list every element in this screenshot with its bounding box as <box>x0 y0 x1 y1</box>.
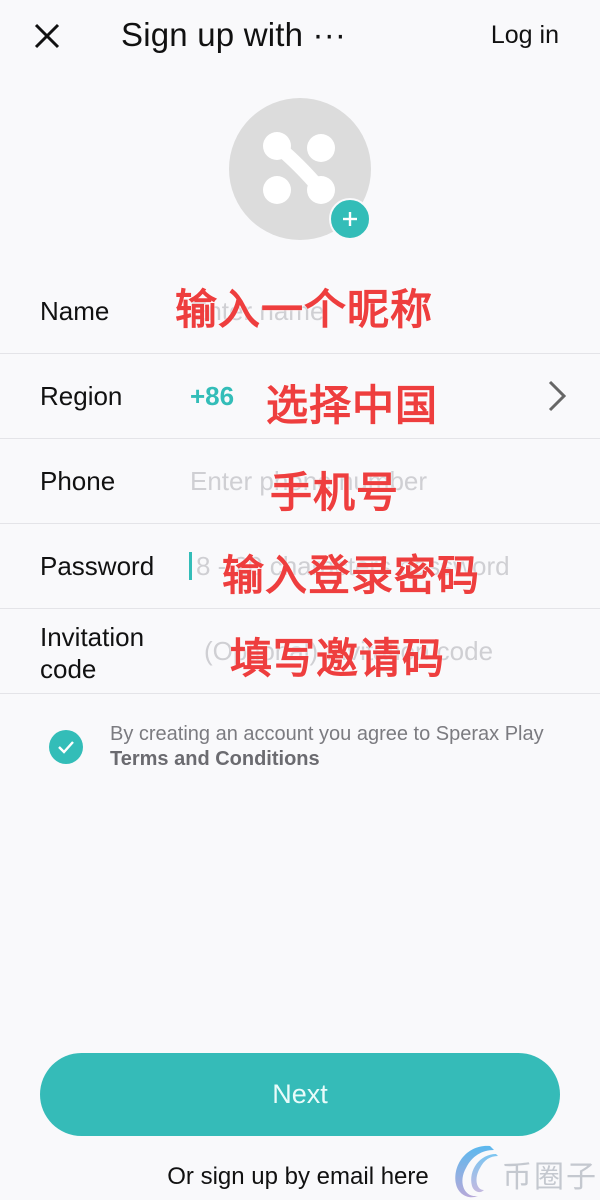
region-code[interactable]: +86 <box>190 381 234 412</box>
invitation-label-line1: Invitation <box>40 622 145 652</box>
close-button[interactable] <box>28 18 66 54</box>
region-row[interactable]: Region +86 选择中国 <box>0 354 600 439</box>
signup-form: Name 输入一个昵称 Region +86 选择中国 Phone 手机号 Pa… <box>0 270 600 694</box>
password-label: Password <box>40 550 155 581</box>
terms-text: By creating an account you agree to Sper… <box>110 722 590 772</box>
region-annotation: 选择中国 <box>266 381 439 430</box>
email-signup-link[interactable]: Or sign up by email here <box>0 1163 600 1191</box>
header: Sign up with ··· Log in <box>0 0 600 75</box>
phone-label: Phone <box>40 465 116 496</box>
name-row: Name 输入一个昵称 <box>0 270 600 354</box>
terms-link[interactable]: Terms and Conditions <box>110 748 320 770</box>
password-row: Password 输入登录密码 <box>0 524 600 609</box>
checkmark-icon <box>58 741 74 754</box>
email-signup-text[interactable]: Or sign up by email here <box>167 1163 428 1190</box>
page-title: Sign up with ··· <box>121 16 347 53</box>
next-button[interactable]: Next <box>40 1053 560 1136</box>
invitation-label: Invitation code <box>40 621 144 685</box>
terms-statement: By creating an account you agree to Sper… <box>110 723 544 745</box>
avatar-upload[interactable] <box>229 98 371 240</box>
region-label: Region <box>40 380 123 411</box>
name-label: Name <box>40 296 110 326</box>
terms-checkbox[interactable] <box>49 730 83 764</box>
invitation-row: Invitation code 填写邀请码 <box>0 609 600 694</box>
invitation-input[interactable] <box>204 629 564 673</box>
signup-screen: Sign up with ··· Log in Name 输入一个昵称 <box>0 0 600 1200</box>
name-input[interactable] <box>190 289 550 334</box>
text-cursor <box>189 552 192 580</box>
close-icon <box>34 23 60 49</box>
phone-row: Phone 手机号 <box>0 439 600 524</box>
password-input[interactable] <box>196 544 556 588</box>
add-photo-button[interactable] <box>329 198 371 240</box>
phone-input[interactable] <box>190 459 550 503</box>
chevron-right-icon[interactable] <box>546 379 568 413</box>
login-link[interactable]: Log in <box>491 21 559 50</box>
app-logo-icon <box>263 132 335 204</box>
invitation-label-line2: code <box>40 654 97 684</box>
plus-icon <box>343 212 357 226</box>
